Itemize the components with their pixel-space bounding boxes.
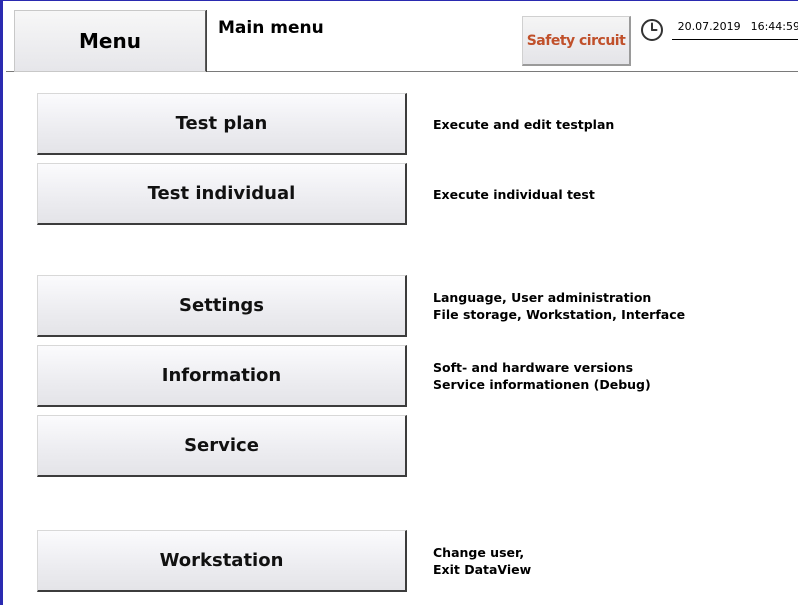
clock-icon bbox=[641, 19, 663, 41]
main-menu-screen: Menu Main menu Safety circuit 20.07.2019… bbox=[0, 0, 798, 605]
workstation-description-line-1: Change user, bbox=[433, 545, 525, 560]
menu-button[interactable]: Menu bbox=[14, 10, 207, 72]
information-button[interactable]: Information bbox=[37, 345, 407, 407]
date-time-display: 20.07.2019 16:44:59 bbox=[672, 20, 798, 40]
settings-button[interactable]: Settings bbox=[37, 275, 407, 337]
workstation-description: Change user, Exit DataView bbox=[433, 544, 531, 578]
header-divider bbox=[206, 10, 207, 72]
settings-description-line-1: Language, User administration bbox=[433, 290, 652, 305]
time-text: 16:44:59 bbox=[750, 20, 798, 33]
test-plan-description: Execute and edit testplan bbox=[433, 116, 614, 133]
test-plan-button[interactable]: Test plan bbox=[37, 93, 407, 155]
date-text: 20.07.2019 bbox=[677, 20, 741, 33]
test-individual-description-line-1: Execute individual test bbox=[433, 187, 595, 202]
workstation-button[interactable]: Workstation bbox=[37, 530, 407, 592]
service-button[interactable]: Service bbox=[37, 415, 407, 477]
workstation-description-line-2: Exit DataView bbox=[433, 562, 532, 577]
safety-circuit-button[interactable]: Safety circuit bbox=[522, 16, 631, 66]
settings-description-line-2: File storage, Workstation, Interface bbox=[433, 307, 686, 322]
header-bar: Menu Main menu Safety circuit 20.07.2019… bbox=[6, 2, 798, 72]
test-plan-description-line-1: Execute and edit testplan bbox=[433, 117, 615, 132]
information-description-line-1: Soft- and hardware versions bbox=[433, 360, 634, 375]
information-description: Soft- and hardware versions Service info… bbox=[433, 359, 651, 393]
test-individual-button[interactable]: Test individual bbox=[37, 163, 407, 225]
page-title: Main menu bbox=[218, 18, 324, 38]
test-individual-description: Execute individual test bbox=[433, 186, 595, 203]
settings-description: Language, User administration File stora… bbox=[433, 289, 685, 323]
information-description-line-2: Service informationen (Debug) bbox=[433, 377, 651, 392]
